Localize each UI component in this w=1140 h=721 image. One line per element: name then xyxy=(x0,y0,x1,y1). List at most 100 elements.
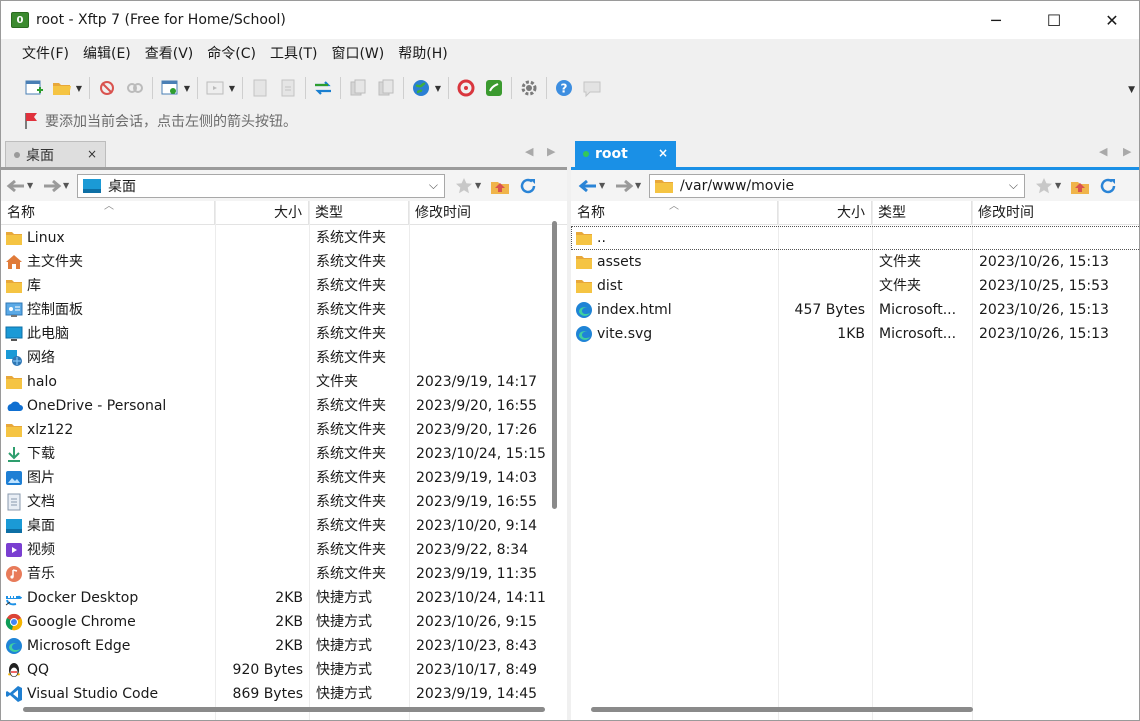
menu-view[interactable]: 查看(V) xyxy=(138,39,201,69)
local-horizontal-scrollbar[interactable] xyxy=(23,707,545,712)
terminal-dropdown-icon[interactable]: ▼ xyxy=(228,77,236,99)
back-arrow-icon[interactable] xyxy=(577,175,599,197)
table-row[interactable]: 文档 系统文件夹 2023/9/19, 16:55 xyxy=(1,490,567,514)
tab-next-icon[interactable]: ▶ xyxy=(1123,145,1131,158)
favorites-dropdown-icon[interactable]: ▼ xyxy=(475,181,483,190)
open-dropdown-icon[interactable]: ▼ xyxy=(75,77,83,99)
copy-file-icon[interactable] xyxy=(249,77,271,99)
back-arrow-icon[interactable] xyxy=(5,175,27,197)
maximize-button[interactable]: ☐ xyxy=(1025,1,1083,39)
table-row[interactable]: Visual Studio Code 869 Bytes 快捷方式 2023/9/19… xyxy=(1,682,567,706)
table-row[interactable]: dist 文件夹 2023/10/25, 15:53 xyxy=(571,274,1139,298)
refresh-icon[interactable] xyxy=(517,175,539,197)
home-folder-icon[interactable] xyxy=(489,175,511,197)
terminal-icon[interactable] xyxy=(204,77,226,99)
paste-file-icon[interactable] xyxy=(277,77,299,99)
file-type: 系统文件夹 xyxy=(316,422,386,438)
menu-help[interactable]: 帮助(H) xyxy=(391,39,454,69)
favorites-star-icon[interactable] xyxy=(453,175,475,197)
sync-right-icon[interactable] xyxy=(375,77,397,99)
disconnect-icon[interactable] xyxy=(96,77,118,99)
table-row[interactable]: 桌面 系统文件夹 2023/10/20, 9:14 xyxy=(1,514,567,538)
menu-command[interactable]: 命令(C) xyxy=(200,39,263,69)
table-row[interactable]: 网络 系统文件夹 xyxy=(1,346,567,370)
column-modified[interactable]: 修改时间 xyxy=(409,201,547,225)
table-row[interactable]: assets 文件夹 2023/10/26, 15:13 xyxy=(571,250,1139,274)
table-row[interactable]: Docker Desktop 2KB 快捷方式 2023/10/24, 14:11 xyxy=(1,586,567,610)
forward-dropdown-icon[interactable]: ▼ xyxy=(635,181,643,190)
table-row[interactable]: 视频 系统文件夹 2023/9/22, 8:34 xyxy=(1,538,567,562)
file-modified: 2023/10/26, 9:15 xyxy=(416,614,538,630)
reconnect-icon[interactable] xyxy=(124,77,146,99)
table-row[interactable]: 图片 系统文件夹 2023/9/19, 14:03 xyxy=(1,466,567,490)
remote-path-combobox[interactable]: /var/www/movie ⌵ xyxy=(649,173,1025,198)
column-size[interactable]: 大小 xyxy=(215,201,309,225)
bookmark-flag-icon[interactable] xyxy=(23,112,39,130)
settings-window-icon[interactable] xyxy=(159,77,181,99)
table-row[interactable]: Linux 系统文件夹 xyxy=(1,226,567,250)
forward-dropdown-icon[interactable]: ▼ xyxy=(63,181,71,190)
help-icon[interactable]: ? xyxy=(553,77,575,99)
table-row[interactable]: 音乐 系统文件夹 2023/9/19, 11:35 xyxy=(1,562,567,586)
tab-next-icon[interactable]: ▶ xyxy=(547,145,555,158)
menu-file[interactable]: 文件(F) xyxy=(15,39,76,69)
favorites-star-icon[interactable] xyxy=(1033,175,1055,197)
table-row[interactable]: 此电脑 系统文件夹 xyxy=(1,322,567,346)
sync-left-icon[interactable] xyxy=(347,77,369,99)
menu-window[interactable]: 窗口(W) xyxy=(324,39,391,69)
column-type[interactable]: 类型 xyxy=(309,201,409,225)
open-folder-icon[interactable] xyxy=(51,77,73,99)
column-size[interactable]: 大小 xyxy=(778,201,872,225)
forward-arrow-icon[interactable] xyxy=(613,175,635,197)
tab-remote-root[interactable]: root × xyxy=(575,141,676,167)
refresh-icon[interactable] xyxy=(1097,175,1119,197)
back-dropdown-icon[interactable]: ▼ xyxy=(599,181,607,190)
table-row[interactable]: .. xyxy=(571,226,1139,250)
vscode-icon xyxy=(5,685,23,703)
transfer-icon[interactable] xyxy=(312,77,334,99)
table-row[interactable]: 下载 系统文件夹 2023/10/24, 15:15 xyxy=(1,442,567,466)
settings-dropdown-icon[interactable]: ▼ xyxy=(183,77,191,99)
globe-icon[interactable] xyxy=(410,77,432,99)
tab-prev-icon[interactable]: ◀ xyxy=(1099,145,1107,158)
globe-dropdown-icon[interactable]: ▼ xyxy=(434,77,442,99)
column-modified[interactable]: 修改时间 xyxy=(972,201,1139,225)
tab-close-icon[interactable]: × xyxy=(658,146,668,160)
tab-prev-icon[interactable]: ◀ xyxy=(525,145,533,158)
chevron-down-icon[interactable]: ⌵ xyxy=(429,178,438,193)
table-row[interactable]: 控制面板 系统文件夹 xyxy=(1,298,567,322)
table-row[interactable]: halo 文件夹 2023/9/19, 14:17 xyxy=(1,370,567,394)
menu-tools[interactable]: 工具(T) xyxy=(263,39,324,69)
column-name[interactable]: 名称 ︿ xyxy=(571,201,778,225)
menu-edit[interactable]: 编辑(E) xyxy=(76,39,138,69)
local-path-combobox[interactable]: 桌面 ⌵ xyxy=(77,173,445,198)
close-button[interactable]: ✕ xyxy=(1083,1,1139,39)
table-row[interactable]: QQ 920 Bytes 快捷方式 2023/10/17, 8:49 xyxy=(1,658,567,682)
table-row[interactable]: Microsoft Edge 2KB 快捷方式 2023/10/23, 8:43 xyxy=(1,634,567,658)
tab-close-icon[interactable]: × xyxy=(87,147,97,161)
favorites-dropdown-icon[interactable]: ▼ xyxy=(1055,181,1063,190)
new-session-icon[interactable] xyxy=(23,77,45,99)
back-dropdown-icon[interactable]: ▼ xyxy=(27,181,35,190)
chat-icon[interactable] xyxy=(581,77,603,99)
table-row[interactable]: OneDrive - Personal 系统文件夹 2023/9/20, 16:55 xyxy=(1,394,567,418)
remote-horizontal-scrollbar[interactable] xyxy=(591,707,973,712)
forward-arrow-icon[interactable] xyxy=(41,175,63,197)
home-folder-icon[interactable] xyxy=(1069,175,1091,197)
table-row[interactable]: Google Chrome 2KB 快捷方式 2023/10/26, 9:15 xyxy=(1,610,567,634)
table-row[interactable]: 主文件夹 系统文件夹 xyxy=(1,250,567,274)
column-type[interactable]: 类型 xyxy=(872,201,972,225)
tab-local-desktop[interactable]: 桌面 × xyxy=(5,141,106,167)
minimize-button[interactable]: ─ xyxy=(967,1,1025,39)
xshell-icon[interactable] xyxy=(455,77,477,99)
table-row[interactable]: 库 系统文件夹 xyxy=(1,274,567,298)
column-name[interactable]: 名称 ︿ xyxy=(1,201,215,225)
toolbar-overflow-icon[interactable]: ▼ xyxy=(1128,85,1135,95)
local-vertical-scrollbar[interactable] xyxy=(552,221,557,509)
xftp-logo-icon[interactable] xyxy=(483,77,505,99)
gear-icon[interactable] xyxy=(518,77,540,99)
table-row[interactable]: index.html 457 Bytes Microsoft... 2023/10/2… xyxy=(571,298,1139,322)
chevron-down-icon[interactable]: ⌵ xyxy=(1009,178,1018,193)
table-row[interactable]: vite.svg 1KB Microsoft... 2023/10/26, 15:13 xyxy=(571,322,1139,346)
table-row[interactable]: xlz122 系统文件夹 2023/9/20, 17:26 xyxy=(1,418,567,442)
